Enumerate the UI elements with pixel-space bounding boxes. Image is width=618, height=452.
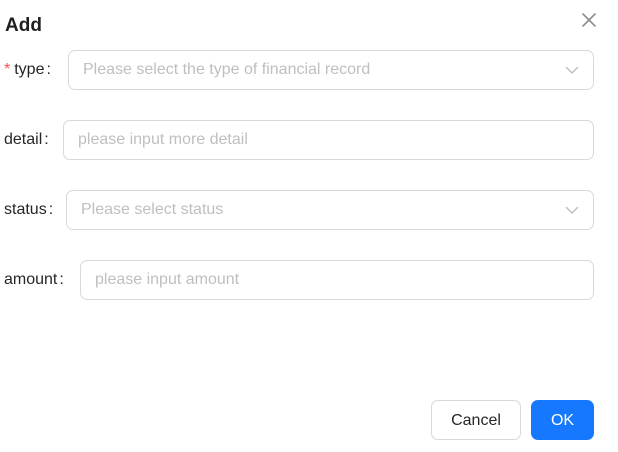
required-mark: * xyxy=(4,61,11,78)
form-row-amount: amount: xyxy=(0,260,618,300)
cancel-button[interactable]: Cancel xyxy=(431,400,521,440)
type-select[interactable]: Please select the type of financial reco… xyxy=(68,50,594,90)
label-colon: : xyxy=(44,131,49,148)
ok-button[interactable]: OK xyxy=(531,400,594,440)
status-label: status: xyxy=(4,190,53,230)
amount-field[interactable] xyxy=(80,260,594,300)
status-select[interactable]: Please select status xyxy=(66,190,594,230)
form-row-type: * type: Please select the type of financi… xyxy=(0,50,618,90)
label-colon: : xyxy=(46,61,51,78)
type-select-placeholder: Please select the type of financial reco… xyxy=(83,61,371,78)
detail-label: detail: xyxy=(4,120,49,160)
dialog-title: Add xyxy=(5,15,42,36)
chevron-down-icon xyxy=(565,63,579,77)
detail-label-text: detail xyxy=(4,131,43,148)
amount-label-text: amount xyxy=(4,271,58,288)
label-colon: : xyxy=(48,201,54,218)
type-label: * type: xyxy=(4,50,51,90)
form-row-detail: detail: xyxy=(0,120,618,160)
chevron-down-icon xyxy=(565,203,579,217)
close-icon xyxy=(578,9,600,31)
amount-label: amount: xyxy=(4,260,64,300)
detail-input[interactable] xyxy=(78,121,578,159)
detail-field[interactable] xyxy=(63,120,594,160)
status-select-placeholder: Please select status xyxy=(81,201,224,218)
close-button[interactable] xyxy=(578,9,600,31)
form-row-status: status: Please select status xyxy=(0,190,618,230)
label-colon: : xyxy=(59,271,64,288)
amount-input[interactable] xyxy=(95,261,575,299)
add-dialog: Add * type: Please select the type of fin… xyxy=(0,0,618,452)
type-label-text: type xyxy=(14,61,45,78)
status-label-text: status xyxy=(4,201,47,218)
